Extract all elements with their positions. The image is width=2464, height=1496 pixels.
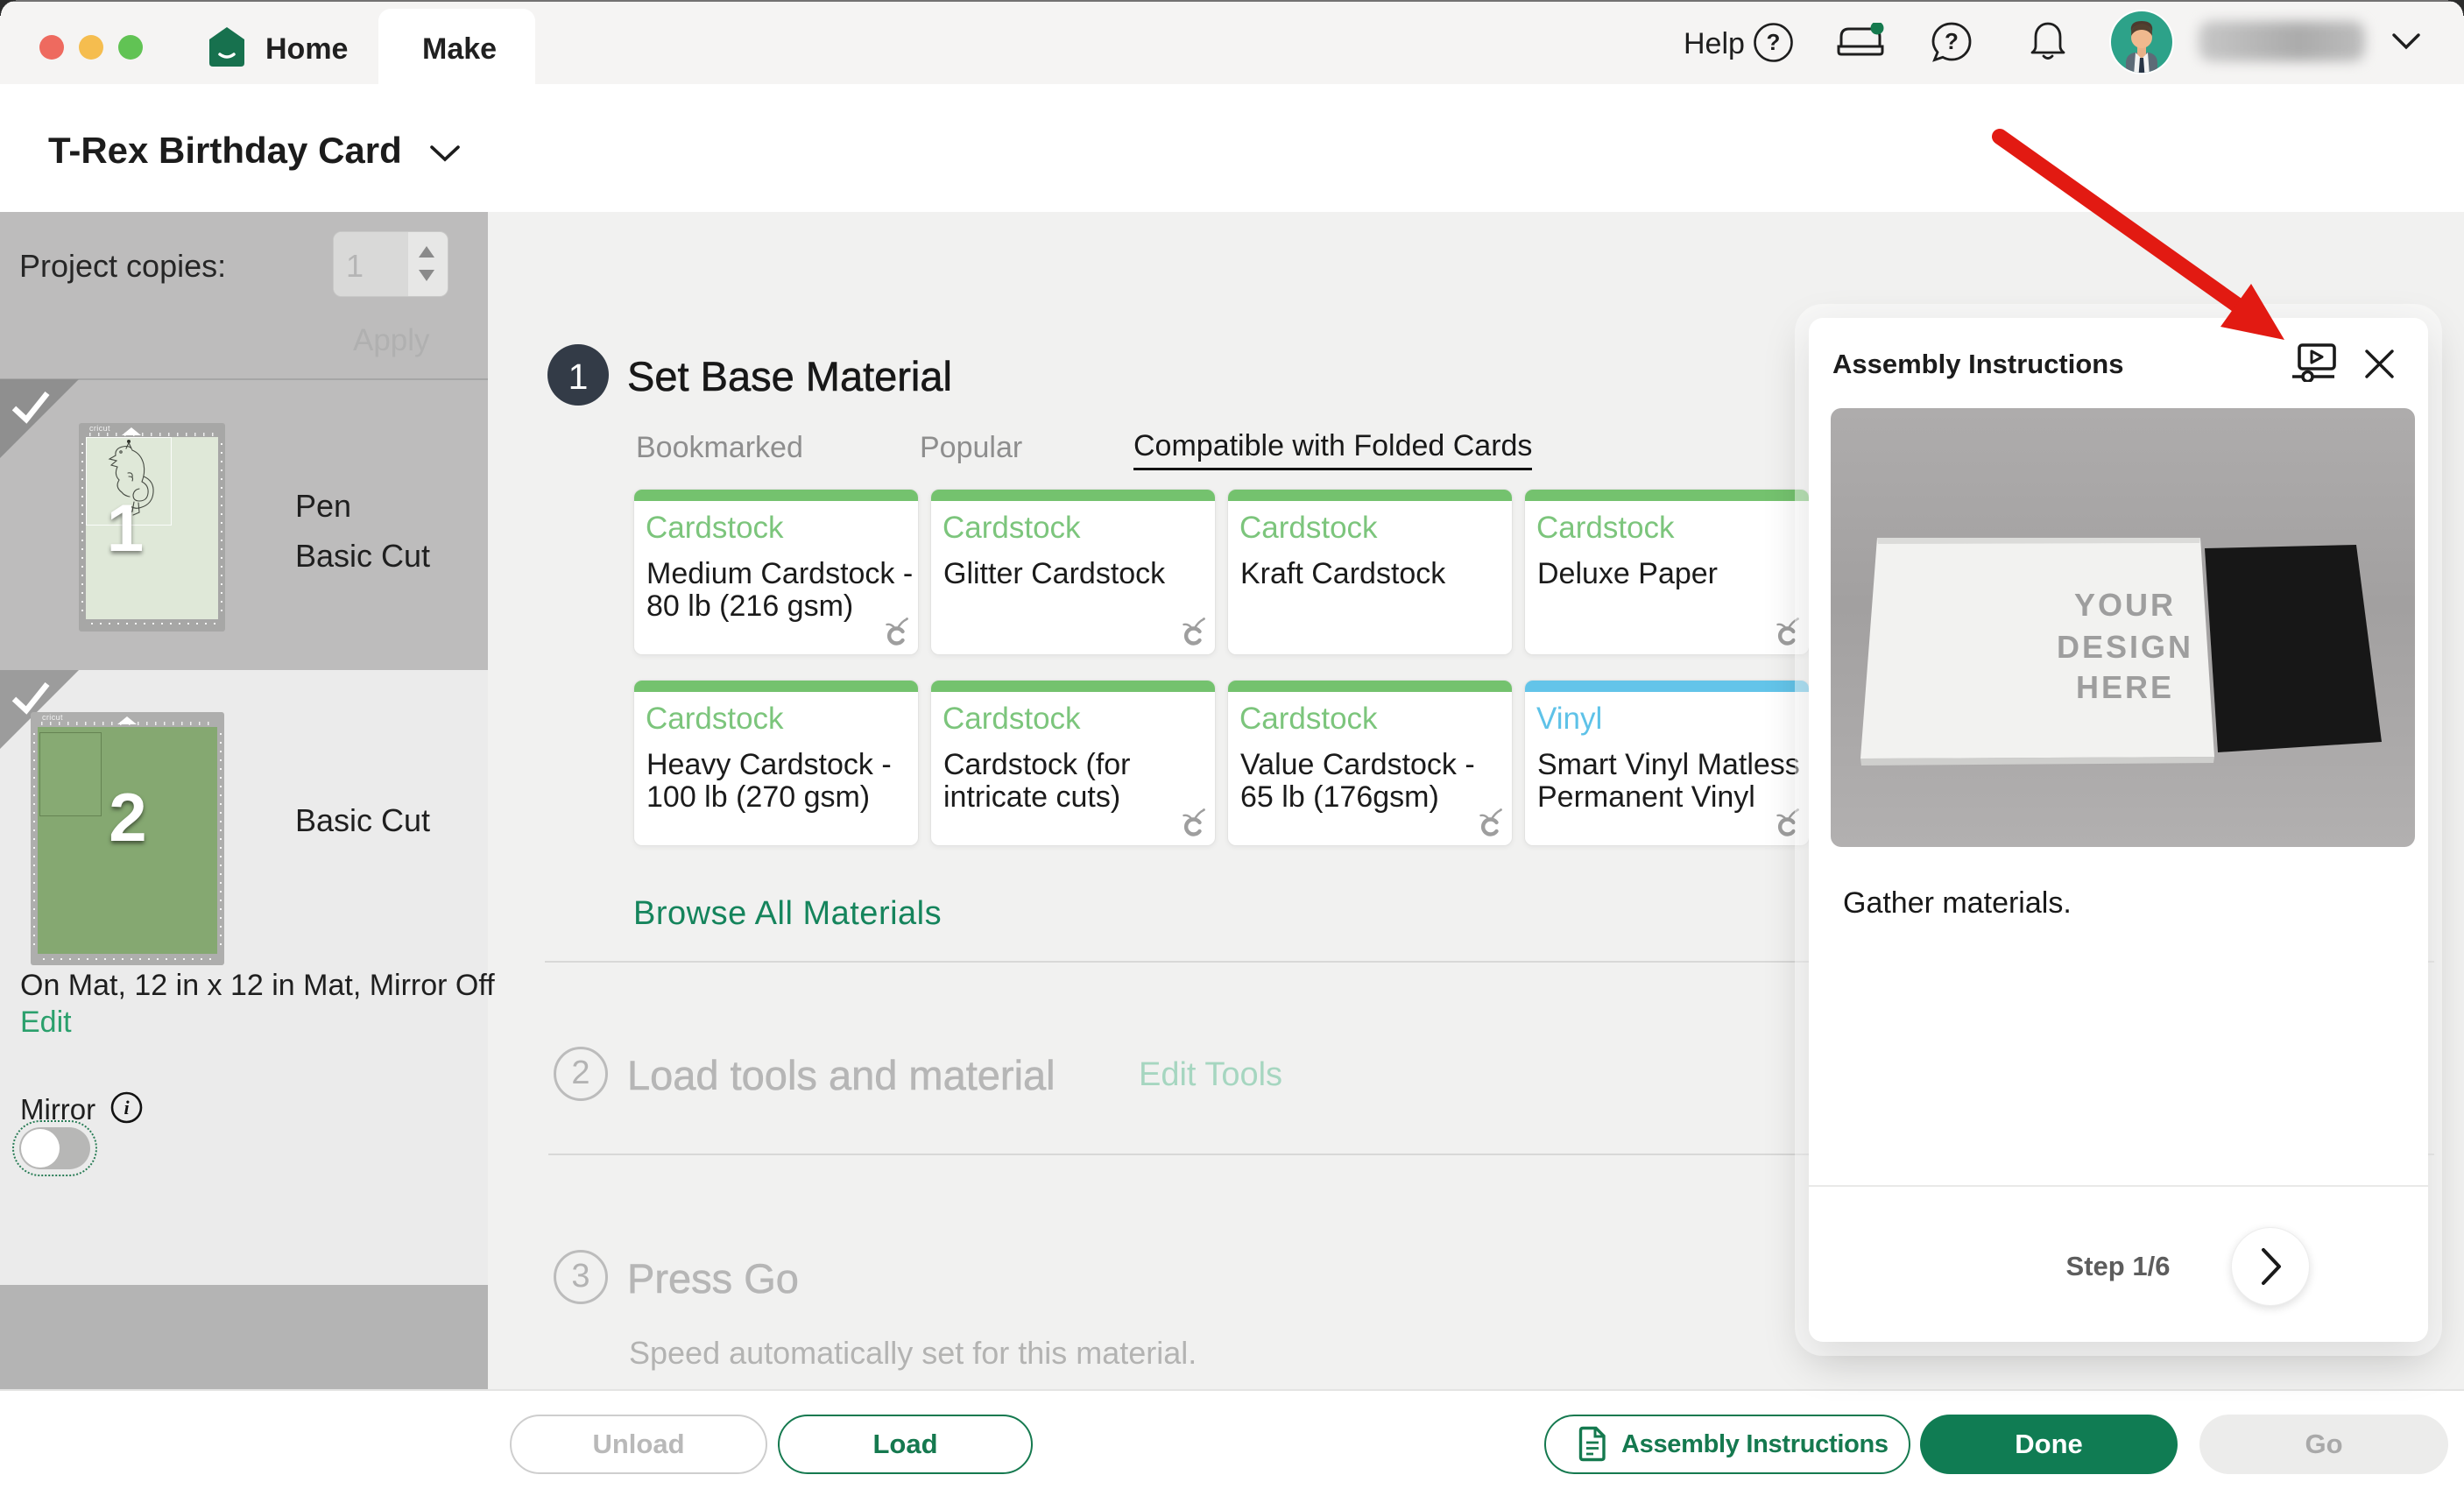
svg-text:HERE: HERE [2076,669,2174,705]
svg-text:?: ? [1767,29,1781,55]
svg-text:i: i [124,1097,130,1118]
svg-text:DESIGN: DESIGN [2057,629,2193,665]
svg-text:YOUR: YOUR [2074,587,2176,623]
svg-text:?: ? [1945,28,1959,54]
